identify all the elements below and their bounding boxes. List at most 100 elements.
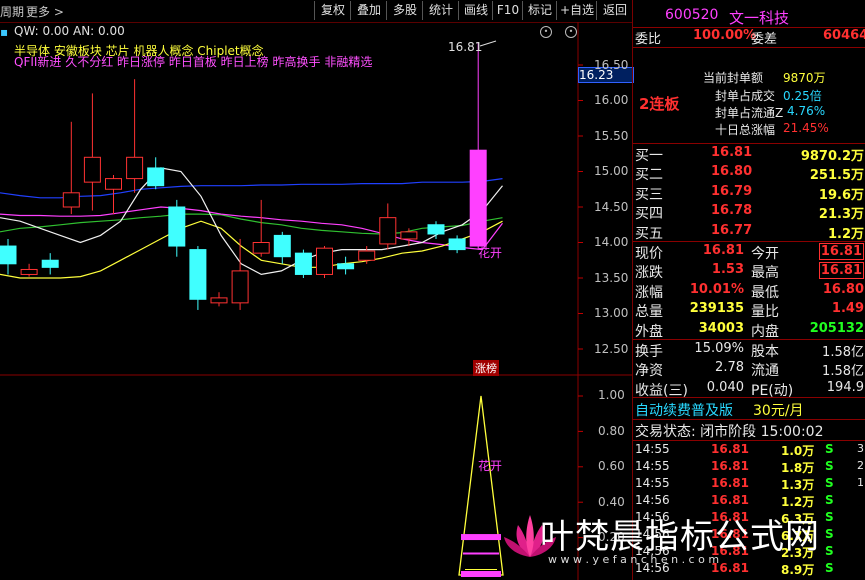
flower-label-main: 花开 — [478, 246, 503, 260]
tick-row: 14:55 16.81 1.8万 S 2 — [635, 459, 864, 475]
kline-chart-area[interactable]: ▪ QW: 0.00 AN: 0.00 半导体 安徽板块 芯片 机器人概念 Ch… — [0, 22, 634, 580]
price-tick: 16.50 — [594, 58, 629, 72]
weibi-row: 委比 100.00% 委差 60464 — [633, 27, 865, 47]
trade-status-row: 交易状态: 闭市阶段 15:00:02 — [633, 420, 865, 440]
fin-value: 15.09% — [694, 341, 744, 356]
overlay-button[interactable]: 叠加 — [350, 1, 387, 20]
more-menu[interactable]: 更多 > — [26, 3, 64, 20]
bid-price: 16.77 — [711, 222, 753, 238]
candle-body — [379, 217, 397, 245]
indicator-icon: ▪ — [0, 25, 9, 39]
fin-value: 1.58亿 — [822, 345, 864, 360]
price-tick: 15.00 — [594, 164, 629, 178]
bid-price: 16.80 — [711, 164, 753, 180]
bid-volume: 21.3万 — [818, 207, 864, 223]
quote-value: 1.53 — [711, 262, 744, 278]
quote-value: 1.49 — [831, 301, 864, 317]
price-tick: 16.00 — [594, 93, 629, 107]
add-watchlist-button[interactable]: +自选 — [556, 1, 597, 20]
kline-chart-svg[interactable] — [0, 22, 632, 580]
quote-value: 10.01% — [689, 281, 744, 297]
trade-status: 交易状态: 闭市阶段 15:00:02 — [635, 424, 824, 440]
zhang-tag: 涨榜 — [473, 360, 499, 376]
fin-value: 1.58亿 — [822, 364, 864, 380]
price-tick: 14.00 — [594, 235, 629, 249]
candle-body — [0, 245, 17, 265]
candle-body — [469, 149, 487, 247]
feature-tags: QFII新进 久不分红 昨日涨停 昨日首板 昨日上榜 昨高换手 非融精选 — [14, 55, 373, 69]
stock-name: 文一科技 — [729, 9, 790, 27]
f10-button[interactable]: F10 — [492, 1, 523, 20]
bid-row: 买一 16.81 9870.2万 — [635, 145, 864, 164]
signal-bar-bottom — [461, 571, 501, 577]
bid-row: 买四 16.78 21.3万 — [635, 203, 864, 223]
back-button[interactable]: 返回 — [596, 1, 633, 20]
candle-body — [400, 231, 418, 240]
quote-row: 涨跌 1.53 最高 16.81 — [635, 262, 864, 282]
price-tick: 14.50 — [594, 200, 629, 214]
bid-price: 16.78 — [711, 203, 753, 219]
candle-body — [189, 249, 207, 300]
bid-volume: 19.6万 — [818, 187, 864, 203]
bid-price: 16.81 — [711, 145, 753, 160]
draw-line-button[interactable]: 画线 — [458, 1, 493, 20]
sub-tick: 1.00 — [598, 388, 625, 402]
settings-icon[interactable]: • — [540, 26, 552, 38]
candle-body — [231, 270, 249, 304]
price-tick: 12.50 — [594, 342, 629, 356]
quote-value: 16.81 — [818, 243, 864, 260]
quote-value: 16.81 — [702, 243, 744, 258]
promo-row[interactable]: 自动续费普及版 30元/月 — [633, 399, 865, 419]
mark-button[interactable]: 标记 — [522, 1, 557, 20]
quote-row: 涨幅 10.01% 最低 16.80 — [635, 281, 864, 301]
fin-row: 收益(三) 0.040 PE(动) 194.9 — [635, 379, 864, 399]
promo-label[interactable]: 自动续费普及版 — [635, 400, 733, 420]
price-tick: 15.50 — [594, 129, 629, 143]
quote-row: 外盘 34003 内盘 205132 — [635, 320, 864, 340]
candle-body — [147, 167, 165, 187]
candle-body — [20, 268, 38, 275]
config-icon[interactable]: • — [565, 26, 577, 38]
seal-row: 当前封单额 9870万 — [703, 71, 826, 85]
indicator-values: QW: 0.00 AN: 0.00 — [14, 24, 125, 38]
watermark: 叶梵晨指标公式网 w w w . y e f a n c h e n . c o… — [500, 505, 840, 575]
quote-value: 205132 — [809, 320, 864, 336]
candle-body — [252, 242, 270, 254]
candle-body — [62, 192, 80, 208]
quote-row: 总量 239135 量比 1.49 — [635, 301, 864, 321]
promo-price[interactable]: 30元/月 — [753, 400, 804, 420]
max-marker-line — [479, 40, 497, 47]
fin-value: 194.9 — [826, 379, 864, 395]
candle-body — [358, 250, 376, 261]
candle-body — [427, 224, 445, 235]
chart-toolbar: 周期 更多 > 复权 叠加 多股 统计 画线 F10 标记 +自选 返回 — [0, 0, 632, 23]
candle-body — [316, 247, 333, 275]
price-axis: 16.50 16.00 15.50 15.00 14.50 14.00 13.5… — [578, 22, 632, 580]
sub-tick: 0.80 — [598, 424, 625, 438]
signal-triangle — [458, 395, 504, 576]
period-menu[interactable]: 周期 — [0, 3, 24, 20]
candle-body — [168, 206, 186, 247]
bid-row: 买五 16.77 1.2万 — [635, 222, 864, 242]
watermark-brand: 叶梵晨指标公式网 — [540, 517, 820, 557]
bid-price: 16.79 — [711, 183, 753, 199]
candle-body — [105, 178, 122, 190]
bid-row: 买三 16.79 19.6万 — [635, 183, 864, 203]
weibi-value: 100.00% — [693, 28, 757, 43]
price-tick: 13.00 — [594, 306, 629, 320]
signal-bar-top — [461, 534, 501, 541]
multi-stock-button[interactable]: 多股 — [386, 1, 423, 20]
watermark-url: w w w . y e f a n c h e n . c o m — [548, 553, 720, 566]
fuquan-button[interactable]: 复权 — [314, 1, 351, 20]
bid-volume: 251.5万 — [809, 168, 864, 184]
candle-body — [294, 252, 312, 275]
seal-row: 十日总涨幅 21.45% — [715, 121, 829, 137]
fin-row: 净资 2.78 流通 1.58亿 — [635, 360, 864, 380]
candle-body — [448, 238, 466, 251]
quote-row: 现价 16.81 今开 16.81 — [635, 243, 864, 262]
price-tick: 13.50 — [594, 271, 629, 285]
quote-value: 34003 — [698, 320, 744, 336]
candle-body — [210, 297, 228, 304]
stats-button[interactable]: 统计 — [422, 1, 459, 20]
stock-code: 600520 — [665, 7, 719, 23]
